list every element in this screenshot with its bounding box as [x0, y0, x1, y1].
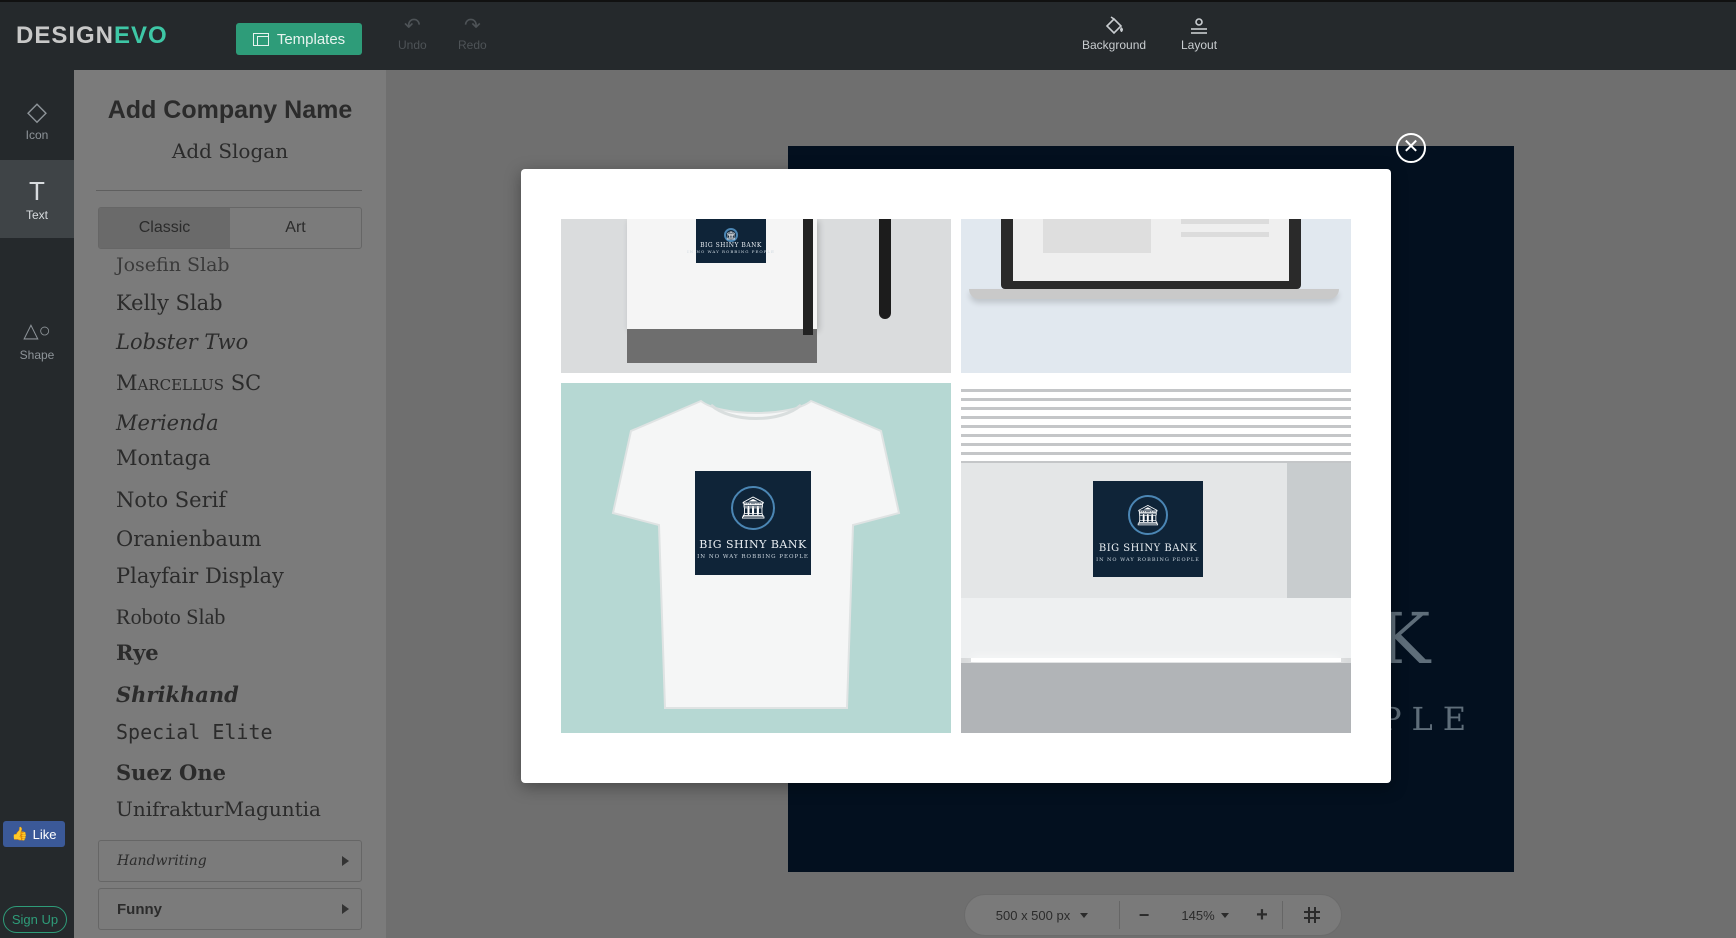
layout-button[interactable]: Layout: [1181, 14, 1217, 52]
redo-icon: ↷: [463, 15, 481, 37]
thumbs-up-icon: 👍: [11, 826, 28, 841]
pen: [879, 219, 891, 319]
canvas-slogan-fragment[interactable]: PLE: [1380, 700, 1476, 738]
font-item[interactable]: Lobster Two: [116, 330, 248, 354]
font-item[interactable]: Shrikhand: [116, 682, 239, 707]
office-ceiling: [961, 383, 1351, 463]
zoom-in-button[interactable]: +: [1242, 895, 1282, 935]
mockup-preview-modal: 🏛 BIG SHINY BANK IN NO WAY ROBBING PEOPL…: [521, 169, 1391, 783]
reception-desk: [961, 598, 1351, 658]
category-funny[interactable]: Funny: [98, 888, 362, 930]
grid-toggle-button[interactable]: [1283, 895, 1341, 935]
panel-divider: [96, 190, 362, 191]
rail-item-text[interactable]: T Text: [0, 160, 74, 238]
font-item[interactable]: Special Elite: [116, 720, 273, 744]
shapes-icon: △○: [23, 320, 51, 342]
logo-badge: 🏛 BIG SHINY BANK IN NO WAY ROBBING PEOPL…: [1093, 481, 1203, 577]
font-item[interactable]: Noto Serif: [116, 488, 226, 512]
font-item[interactable]: Suez One: [116, 760, 226, 785]
layout-icon: [1191, 18, 1208, 34]
office-floor: [961, 663, 1351, 733]
chevron-right-icon: [342, 904, 349, 914]
grid-icon: [1304, 907, 1320, 923]
font-item[interactable]: Montaga: [116, 446, 211, 470]
text-t-icon: T: [29, 176, 45, 206]
laptop-mockup: [961, 219, 1351, 373]
tshirt-mockup: 🏛 BIG SHINY BANK IN NO WAY ROBBING PEOPL…: [561, 383, 951, 733]
rail-item-icon[interactable]: ◇ Icon: [0, 80, 74, 158]
diamond-icon: ◇: [27, 96, 47, 126]
font-item[interactable]: Rye: [116, 640, 159, 665]
office-window: [1287, 463, 1351, 603]
notebook-mockup: 🏛 BIG SHINY BANK IN NO WAY ROBBING PEOPL…: [561, 219, 951, 373]
zoom-level-select[interactable]: 145%: [1168, 895, 1242, 935]
font-style-tabs: Classic Art: [98, 207, 362, 249]
notebook-band: [627, 329, 817, 363]
desk-light: [971, 658, 1341, 662]
caret-down-icon: [1220, 912, 1229, 918]
bank-icon: 🏛: [724, 228, 738, 242]
facebook-like-button[interactable]: 👍 Like: [3, 821, 65, 847]
background-button[interactable]: Background: [1082, 14, 1146, 52]
logo-badge: 🏛 BIG SHINY BANK IN NO WAY ROBBING PEOPL…: [687, 219, 774, 263]
templates-icon: [252, 32, 269, 46]
undo-icon: ↶: [403, 15, 421, 37]
category-handwriting[interactable]: Handwriting: [98, 840, 362, 882]
top-toolbar: DESIGNEVO Templates ↶ Undo ↷ Redo Backgr…: [0, 0, 1736, 70]
logo-badge: 🏛 BIG SHINY BANK IN NO WAY ROBBING PEOPL…: [695, 471, 811, 575]
canvas-size-select[interactable]: 500 x 500 px: [965, 895, 1119, 935]
laptop-screen: [1001, 219, 1301, 289]
add-company-name[interactable]: Add Company Name: [74, 96, 386, 125]
left-rail: ◇ Icon T Text △○ Shape: [0, 70, 74, 938]
laptop-base: [969, 289, 1339, 299]
caret-down-icon: [1080, 912, 1089, 918]
notebook-strap: [803, 219, 813, 335]
close-icon: ✕: [1402, 136, 1420, 158]
rail-item-shape[interactable]: △○ Shape: [0, 300, 74, 378]
redo-button[interactable]: ↷ Redo: [458, 14, 487, 52]
font-item[interactable]: Playfair Display: [116, 564, 284, 588]
tab-classic[interactable]: Classic: [99, 208, 230, 248]
font-item[interactable]: Kelly Slab: [116, 291, 223, 315]
office-wall-mockup: 🏛 BIG SHINY BANK IN NO WAY ROBBING PEOPL…: [961, 383, 1351, 733]
add-slogan[interactable]: Add Slogan: [74, 139, 386, 163]
paint-bucket-icon: [1105, 16, 1124, 35]
templates-button[interactable]: Templates: [236, 23, 362, 55]
bank-icon: 🏛: [1128, 495, 1168, 535]
font-item[interactable]: Roboto Slab: [116, 604, 225, 630]
tab-art[interactable]: Art: [230, 208, 361, 248]
font-item[interactable]: Marcellus SC: [116, 371, 261, 395]
font-item[interactable]: UnifrakturMaguntia: [116, 797, 321, 821]
font-item[interactable]: Merienda: [116, 411, 219, 435]
zoom-out-button[interactable]: −: [1120, 895, 1168, 935]
designevo-logo[interactable]: DESIGNEVO: [16, 22, 168, 50]
font-item[interactable]: Oranienbaum: [116, 527, 261, 551]
bank-icon: 🏛: [731, 486, 775, 530]
close-modal-button[interactable]: ✕: [1396, 133, 1426, 163]
canvas-zoom-bar: 500 x 500 px − 145% +: [964, 894, 1342, 936]
chevron-right-icon: [342, 856, 349, 866]
font-item[interactable]: Josefin Slab: [116, 254, 230, 276]
sign-up-button[interactable]: Sign Up: [3, 906, 67, 933]
undo-button[interactable]: ↶ Undo: [398, 14, 427, 52]
